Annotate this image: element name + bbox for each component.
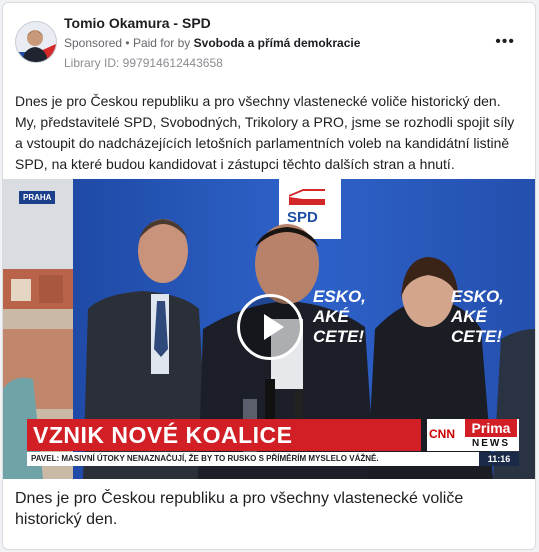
video-caption: Dnes je pro Českou republiku a pro všech… [15, 490, 464, 528]
location-tag: PRAHA [19, 191, 56, 204]
ad-card: Tomio Okamura - SPD Sponsored • Paid for… [2, 2, 536, 550]
play-button[interactable] [237, 294, 303, 360]
more-options-icon[interactable]: ••• [495, 33, 515, 51]
video-player[interactable]: SPD ESKO, AKÉ CETE! ESKO, AKÉ CETE! PRAH… [3, 179, 535, 479]
channel-logo: CNN Prima NEWS [427, 419, 519, 451]
avatar-image [16, 22, 56, 62]
sponsorship-line: Sponsored • Paid for by Svoboda a přímá … [64, 36, 360, 50]
page-name[interactable]: Tomio Okamura - SPD [64, 15, 211, 31]
sponsored-label: Sponsored [64, 36, 123, 50]
paid-for-prefix: Paid for by [132, 36, 191, 50]
play-icon [264, 314, 284, 340]
prima-logo: Prima [465, 419, 517, 437]
clock: 11:16 [479, 452, 519, 466]
backdrop-slogan-right: ESKO, AKÉ CETE! [451, 287, 504, 346]
separator-dot: • [125, 36, 133, 50]
avatar[interactable] [15, 21, 57, 63]
ticker-text: PAVEL: MASIVNÍ ÚTOKY NENAZNAČUJÍ, ŽE BY … [31, 454, 379, 463]
backdrop-slogan-left: ESKO, AKÉ CETE! [313, 287, 366, 346]
backdrop-logo: SPD [287, 209, 318, 226]
paid-for-by-link[interactable]: Svoboda a přímá demokracie [194, 36, 361, 50]
banner-headline: VZNIK NOVÉ KOALICE [33, 422, 293, 448]
news-logo: NEWS [472, 438, 510, 449]
library-id: Library ID: 997914612443658 [64, 56, 223, 70]
post-text: Dnes je pro Českou republiku a pro všech… [15, 93, 515, 172]
cnn-logo: CNN [429, 427, 455, 441]
